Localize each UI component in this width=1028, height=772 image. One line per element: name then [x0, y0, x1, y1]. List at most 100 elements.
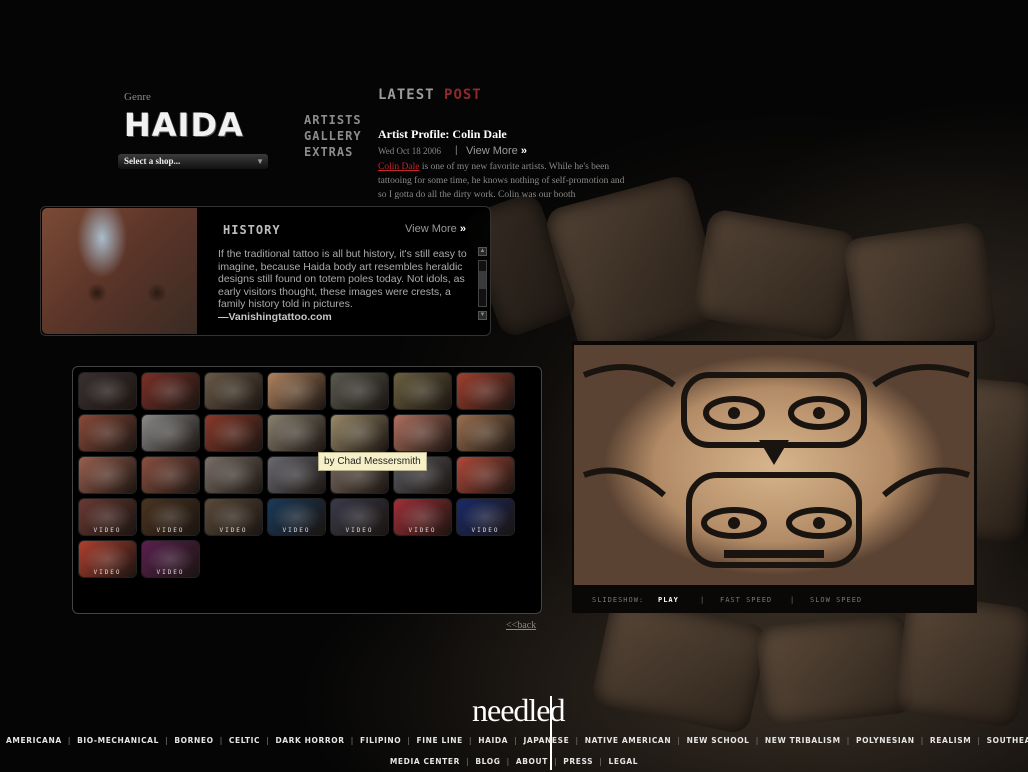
footer-link[interactable]: CELTIC [223, 736, 266, 745]
nav-artists[interactable]: ARTISTS [304, 112, 362, 128]
footer-site-links: MEDIA CENTER | BLOG | ABOUT | PRESS | LEGAL [0, 753, 1028, 771]
footer-link[interactable]: NATIVE AMERICAN [579, 736, 678, 745]
tattoo-thumbnail[interactable] [457, 415, 514, 451]
tattoo-thumbnail[interactable] [205, 457, 262, 493]
tattoo-thumbnail[interactable] [79, 373, 136, 409]
footer-link[interactable]: JAPANESE [517, 736, 575, 745]
tattoo-thumbnail[interactable] [331, 373, 388, 409]
carving-shape [755, 612, 915, 728]
tattoo-thumbnail[interactable] [268, 373, 325, 409]
video-thumbnail[interactable]: VIDEO [142, 499, 199, 535]
carving-shape [842, 220, 998, 360]
footer-link[interactable]: BIO-MECHANICAL [71, 736, 165, 745]
footer-link[interactable]: AMERICANA [0, 736, 68, 745]
post-title[interactable]: Artist Profile: Colin Dale [378, 127, 507, 142]
carving-shape [590, 594, 770, 736]
double-chevron-icon: » [459, 223, 466, 235]
tattoo-thumbnail[interactable] [142, 457, 199, 493]
history-view-more-link[interactable]: View More » [405, 223, 466, 235]
history-scrollbar[interactable]: ▲ ▼ [478, 247, 487, 322]
history-text: If the traditional tattoo is all but his… [218, 248, 471, 323]
tattoo-thumbnail[interactable] [142, 415, 199, 451]
view-more-label: View More [466, 145, 518, 157]
tattoo-thumbnail[interactable] [205, 415, 262, 451]
tattoo-thumbnail[interactable] [457, 373, 514, 409]
video-thumbnail[interactable]: VIDEO [142, 541, 199, 577]
slideshow-controls: SLIDESHOW: PLAY | FAST SPEED | SLOW SPEE… [572, 593, 977, 609]
play-button[interactable]: PLAY [658, 596, 679, 604]
video-label: VIDEO [156, 569, 185, 576]
history-title: HISTORY [223, 223, 281, 237]
footer-link[interactable]: HAIDA [472, 736, 514, 745]
video-label: VIDEO [471, 527, 500, 534]
tattoo-thumbnail[interactable] [79, 415, 136, 451]
tattoo-thumbnail[interactable] [205, 373, 262, 409]
artist-link[interactable]: Colin Dale [378, 162, 419, 172]
footer-link[interactable]: NEW SCHOOL [681, 736, 756, 745]
video-label: VIDEO [156, 527, 185, 534]
tattoo-thumbnail[interactable] [394, 415, 451, 451]
video-label: VIDEO [93, 527, 122, 534]
latest-post-heading: LATEST POST [378, 87, 482, 103]
scroll-up-icon[interactable]: ▲ [478, 247, 487, 256]
footer-nav: AMERICANA | BIO-MECHANICAL | BORNEO | CELTIC | D… [0, 733, 1028, 771]
slideshow-label: SLIDESHOW: [592, 596, 645, 604]
video-thumbnail[interactable]: VIDEO [79, 499, 136, 535]
post-heading-word: POST [444, 87, 482, 103]
video-thumbnail[interactable]: VIDEO [205, 499, 262, 535]
slideshow-separator: | [790, 596, 796, 604]
footer-separator: | [599, 757, 603, 766]
fast-speed-button[interactable]: FAST SPEED [720, 596, 772, 604]
history-body: If the traditional tattoo is all but his… [218, 248, 467, 310]
video-thumbnail[interactable]: VIDEO [79, 541, 136, 577]
scroll-thumb[interactable] [479, 271, 486, 289]
footer-link[interactable]: PRESS [557, 757, 599, 766]
post-separator: | [455, 145, 458, 156]
tattoo-thumbnail[interactable] [79, 457, 136, 493]
video-label: VIDEO [282, 527, 311, 534]
post-excerpt: Colin Dale is one of my new favorite art… [378, 160, 630, 202]
slow-speed-button[interactable]: SLOW SPEED [810, 596, 862, 604]
video-thumbnail[interactable]: VIDEO [331, 499, 388, 535]
shop-select-label: Select a shop... [124, 156, 181, 166]
video-thumbnail[interactable]: VIDEO [394, 499, 451, 535]
footer-link[interactable]: REALISM [924, 736, 977, 745]
featured-tattoo-image[interactable] [574, 345, 974, 585]
footer-link[interactable]: MEDIA CENTER [384, 757, 466, 766]
carving-shape [691, 207, 859, 343]
nav-gallery[interactable]: GALLERY [304, 128, 362, 144]
footer-link[interactable]: DARK HORROR [269, 736, 350, 745]
genre-label: Genre [124, 91, 151, 103]
footer-link[interactable]: FILIPINO [354, 736, 407, 745]
video-thumbnail[interactable]: VIDEO [457, 499, 514, 535]
video-label: VIDEO [93, 569, 122, 576]
artist-tooltip: by Chad Messersmith [318, 452, 427, 471]
totem-image [42, 208, 197, 334]
tattoo-gallery: VIDEO VIDEO VIDEO VIDEO VIDEO VIDEO VIDEO VIDEO… [72, 366, 542, 614]
side-nav: ARTISTS GALLERY EXTRAS [304, 112, 362, 160]
tattoo-thumbnail[interactable] [331, 415, 388, 451]
nav-extras[interactable]: EXTRAS [304, 144, 362, 160]
footer-link[interactable]: ABOUT [510, 757, 554, 766]
footer-link[interactable]: BLOG [469, 757, 506, 766]
back-link[interactable]: <<back [506, 620, 536, 631]
video-thumbnail[interactable]: VIDEO [268, 499, 325, 535]
footer-link[interactable]: BORNEO [168, 736, 219, 745]
footer-link[interactable]: LEGAL [603, 757, 645, 766]
video-label: VIDEO [219, 527, 248, 534]
tattoo-thumbnail[interactable] [142, 373, 199, 409]
footer-link[interactable]: NEW TRIBALISM [759, 736, 847, 745]
tattoo-thumbnail[interactable] [394, 373, 451, 409]
footer-link[interactable]: FINE LINE [411, 736, 469, 745]
footer-link[interactable]: SOUTHEAST ASIAN [981, 736, 1028, 745]
tattoo-thumbnail[interactable] [268, 415, 325, 451]
slideshow-separator: | [700, 596, 706, 604]
footer-link[interactable]: POLYNESIAN [850, 736, 921, 745]
scroll-down-icon[interactable]: ▼ [478, 311, 487, 320]
scroll-track[interactable] [478, 260, 487, 307]
post-view-more-link[interactable]: View More » [466, 145, 527, 157]
tattoo-thumbnail[interactable] [457, 457, 514, 493]
tattoo-thumbnail[interactable] [268, 457, 325, 493]
shop-select[interactable]: Select a shop... ▼ [118, 154, 268, 169]
video-label: VIDEO [345, 527, 374, 534]
